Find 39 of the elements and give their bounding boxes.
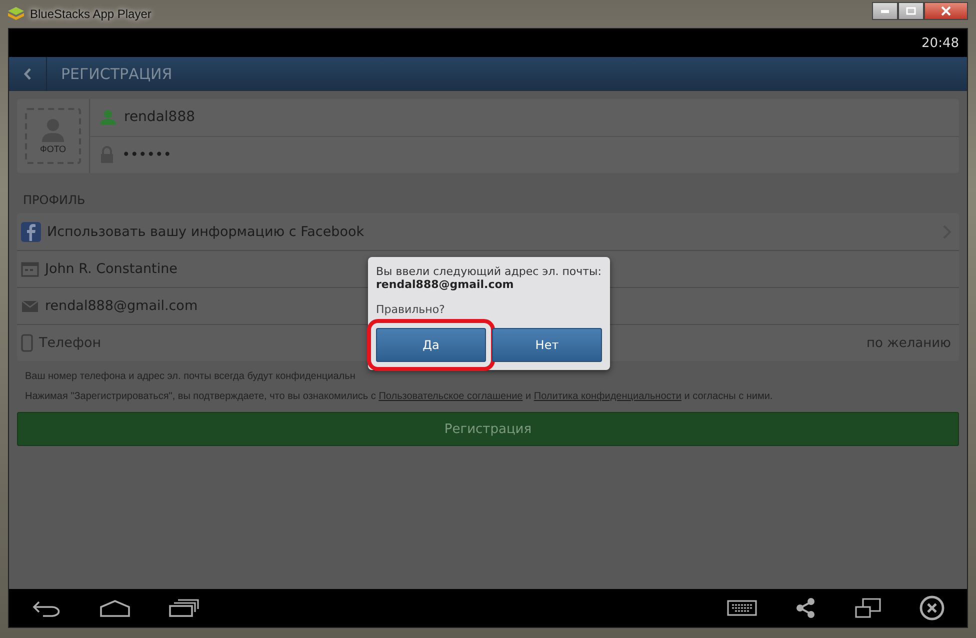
app-logo-icon [8,7,24,21]
close-circle-icon[interactable] [919,595,945,621]
close-button[interactable] [924,2,968,20]
minimize-icon [881,10,889,12]
name-value: John R. Constantine [45,261,178,277]
photo-picker[interactable]: ФОТО [25,108,81,164]
password-value: •••••• [122,146,172,163]
envelope-icon [21,300,39,312]
phone-placeholder: Телефон [39,335,102,351]
recent-apps-icon[interactable] [169,599,199,617]
phone-icon [21,334,33,352]
facebook-icon [21,222,41,242]
username-value: rendal888 [124,109,196,126]
maximize-button[interactable] [898,2,924,20]
maximize-icon [906,7,916,15]
calendar-icon [21,261,39,277]
dialog-question: Правильно? [376,303,446,316]
screen-title: РЕГИСТРАЦИЯ [61,65,172,83]
clock-time: 20:48 [922,36,959,50]
username-field[interactable]: rendal888 [90,99,959,136]
share-icon[interactable] [795,597,817,619]
register-button[interactable]: Регистрация [17,412,959,446]
chevron-left-icon [24,68,32,80]
dialog-email: rendal888@gmail.com [376,278,515,291]
back-nav-icon[interactable] [31,599,61,617]
email-value: rendal888@gmail.com [45,298,198,314]
close-icon [941,6,951,16]
dialog-message: Вы ввели следующий адрес эл. почты: [376,265,602,278]
window-title: BlueStacks App Player [30,7,152,21]
facebook-row[interactable]: Использовать вашу информацию с Facebook [17,213,959,250]
screen-rotate-icon[interactable] [855,598,881,618]
password-field[interactable]: •••••• [90,136,959,173]
keyboard-icon[interactable] [727,600,757,616]
user-icon [100,109,116,126]
facebook-label: Использовать вашу информацию с Facebook [47,224,364,240]
photo-label: ФОТО [40,144,66,154]
no-button[interactable]: Нет [492,328,602,362]
minimize-button[interactable] [872,2,898,20]
home-icon[interactable] [99,599,131,617]
